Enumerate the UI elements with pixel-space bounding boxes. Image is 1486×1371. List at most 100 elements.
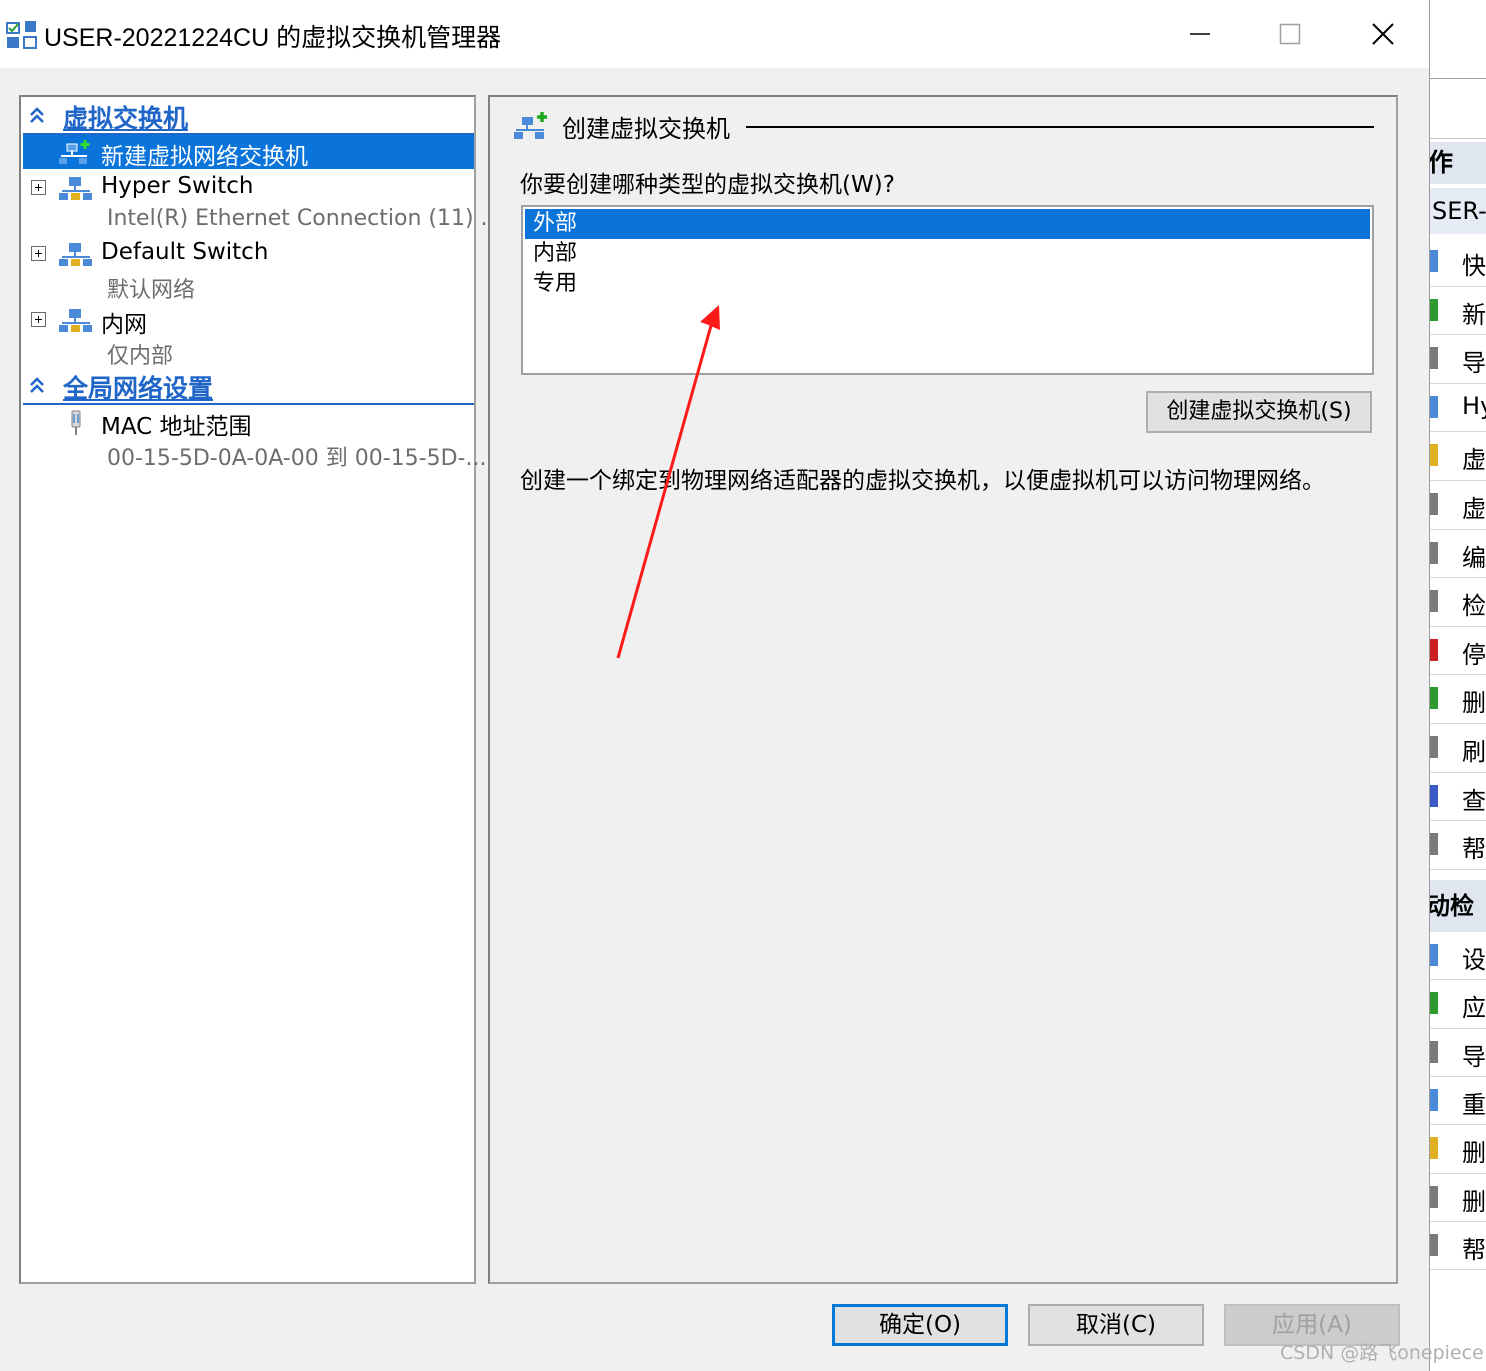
action-item[interactable]: 虚 [1430, 432, 1486, 480]
expand-plus-icon[interactable] [31, 246, 46, 261]
title-bar[interactable]: USER-20221224CU 的虚拟交换机管理器 [0, 0, 1429, 68]
action-icon [1430, 1137, 1438, 1160]
action-label: 删 [1462, 689, 1486, 718]
action-item[interactable]: 应 [1430, 980, 1486, 1028]
tree-item-label: 内网 [101, 312, 147, 338]
switch-type-option[interactable]: 专用 [525, 269, 1370, 299]
tree-item-mac-address-range[interactable]: MAC 地址范围 [23, 405, 474, 440]
section-label: 全局网络设置 [63, 374, 214, 403]
action-item[interactable]: Hy [1430, 384, 1486, 432]
switch-type-listbox[interactable]: 外部 内部 专用 [521, 205, 1374, 375]
action-icon [1430, 298, 1438, 321]
action-item[interactable]: 导 [1430, 1029, 1486, 1077]
action-separator [1430, 868, 1486, 870]
action-label: 导 [1462, 1042, 1486, 1071]
maximize-button[interactable] [1244, 0, 1336, 68]
action-label: 导 [1462, 349, 1486, 378]
action-item[interactable]: 导 [1430, 335, 1486, 383]
action-icon [1430, 944, 1438, 966]
action-icon [1430, 590, 1438, 613]
action-label: 编 [1462, 543, 1486, 572]
minimize-icon [1190, 33, 1210, 35]
cancel-button[interactable]: 取消(C) [1028, 1304, 1204, 1346]
action-label: 刷 [1462, 738, 1486, 766]
switch-type-option[interactable]: 外部 [525, 209, 1370, 239]
actions-server-header[interactable]: SER- [1430, 188, 1486, 234]
section-virtual-switches[interactable]: 虚拟交换机 [23, 99, 474, 135]
network-switch-icon [59, 243, 92, 266]
action-item[interactable]: 帮 [1430, 1222, 1486, 1270]
new-switch-icon [514, 112, 547, 139]
action-label: 停 [1462, 640, 1486, 669]
action-label: 应 [1462, 994, 1486, 1023]
switch-type-question: 你要创建哪种类型的虚拟交换机(W)? [520, 172, 895, 198]
action-icon [1430, 250, 1438, 272]
actions-vm-header[interactable]: 动检 [1430, 880, 1486, 932]
tree-item-label: Hyper Switch [101, 173, 254, 199]
panel-title: 创建虚拟交换机 [562, 115, 730, 143]
expand-plus-icon[interactable] [31, 312, 46, 327]
expand-plus-icon[interactable] [31, 180, 46, 195]
action-icon [1430, 1040, 1438, 1063]
tree-item-switch[interactable]: Default Switch [23, 237, 474, 271]
action-label: 虚 [1462, 495, 1486, 523]
create-switch-panel: 创建虚拟交换机 你要创建哪种类型的虚拟交换机(W)? 外部 内部 专用 创建虚拟交换… [488, 95, 1398, 1284]
action-icon [1430, 784, 1438, 807]
close-button[interactable] [1336, 0, 1428, 68]
action-label: 检 [1462, 592, 1486, 621]
action-item[interactable]: 删 [1430, 1125, 1486, 1173]
ok-button[interactable]: 确定(O) [832, 1304, 1008, 1346]
action-item[interactable]: 新 [1430, 287, 1486, 335]
action-icon [1430, 687, 1438, 710]
action-item[interactable]: 快 [1430, 238, 1486, 286]
action-label: 查 [1462, 786, 1486, 815]
action-item[interactable]: 刷 [1430, 724, 1486, 772]
action-icon [1430, 444, 1438, 467]
action-item[interactable]: 查 [1430, 773, 1486, 821]
switch-detail: 仅内部 [107, 344, 174, 369]
action-item[interactable]: 停 [1430, 627, 1486, 675]
action-icon [1430, 736, 1438, 758]
switch-detail: Intel(R) Ethernet Connection (11) ... [107, 206, 502, 231]
action-label: 设 [1462, 946, 1486, 974]
title-divider [746, 126, 1374, 128]
section-global-network-settings[interactable]: 全局网络设置 [23, 369, 474, 405]
tree-item-new-virtual-switch[interactable]: 新建虚拟网络交换机 [23, 135, 474, 170]
action-icon [1430, 1185, 1438, 1208]
create-virtual-switch-button[interactable]: 创建虚拟交换机(S) [1146, 391, 1372, 433]
network-switch-icon [59, 177, 92, 200]
mac-range-detail: 00-15-5D-0A-0A-00 到 00-15-5D-... [107, 446, 487, 471]
action-icon [1430, 1088, 1438, 1111]
action-icon [1430, 395, 1438, 418]
action-icon [1430, 493, 1438, 515]
new-switch-icon [59, 140, 90, 164]
action-label: 新 [1462, 300, 1486, 329]
tree-item-label: 新建虚拟网络交换机 [101, 144, 308, 170]
action-icon [1430, 347, 1438, 370]
switch-type-option[interactable]: 内部 [525, 239, 1370, 269]
action-item[interactable]: 重 [1430, 1077, 1486, 1125]
close-icon [1372, 23, 1394, 45]
action-item[interactable]: 编 [1430, 530, 1486, 578]
switch-type-description: 创建一个绑定到物理网络适配器的虚拟交换机，以便虚拟机可以访问物理网络。 [520, 468, 1325, 494]
tree-item-switch[interactable]: Hyper Switch [23, 171, 474, 205]
tree-item-switch[interactable]: 内网 [23, 303, 474, 338]
action-icon [1430, 1233, 1438, 1256]
tree-item-label: MAC 地址范围 [101, 414, 252, 440]
window-title: USER-20221224CU 的虚拟交换机管理器 [44, 24, 502, 52]
minimize-button[interactable] [1154, 0, 1246, 68]
action-label: 帮 [1462, 1235, 1486, 1264]
action-item[interactable]: 删 [1430, 675, 1486, 723]
action-item[interactable]: 虚 [1430, 481, 1486, 529]
action-icon [1430, 541, 1438, 564]
action-label: 帮 [1462, 835, 1486, 864]
action-item[interactable]: 检 [1430, 578, 1486, 626]
action-item[interactable]: 设 [1430, 932, 1486, 980]
tree-item-label: Default Switch [101, 239, 269, 265]
action-label: 重 [1462, 1090, 1486, 1119]
switch-manager-app-icon [6, 21, 37, 49]
collapse-chevron-icon [30, 377, 44, 393]
background-hyperv-manager-window: 作 SER- 快新导Hy虚虚编检停删刷查帮 动检 设应导重删删帮 [1430, 0, 1486, 1371]
action-item[interactable]: 删 [1430, 1174, 1486, 1222]
action-item[interactable]: 帮 [1430, 821, 1486, 869]
